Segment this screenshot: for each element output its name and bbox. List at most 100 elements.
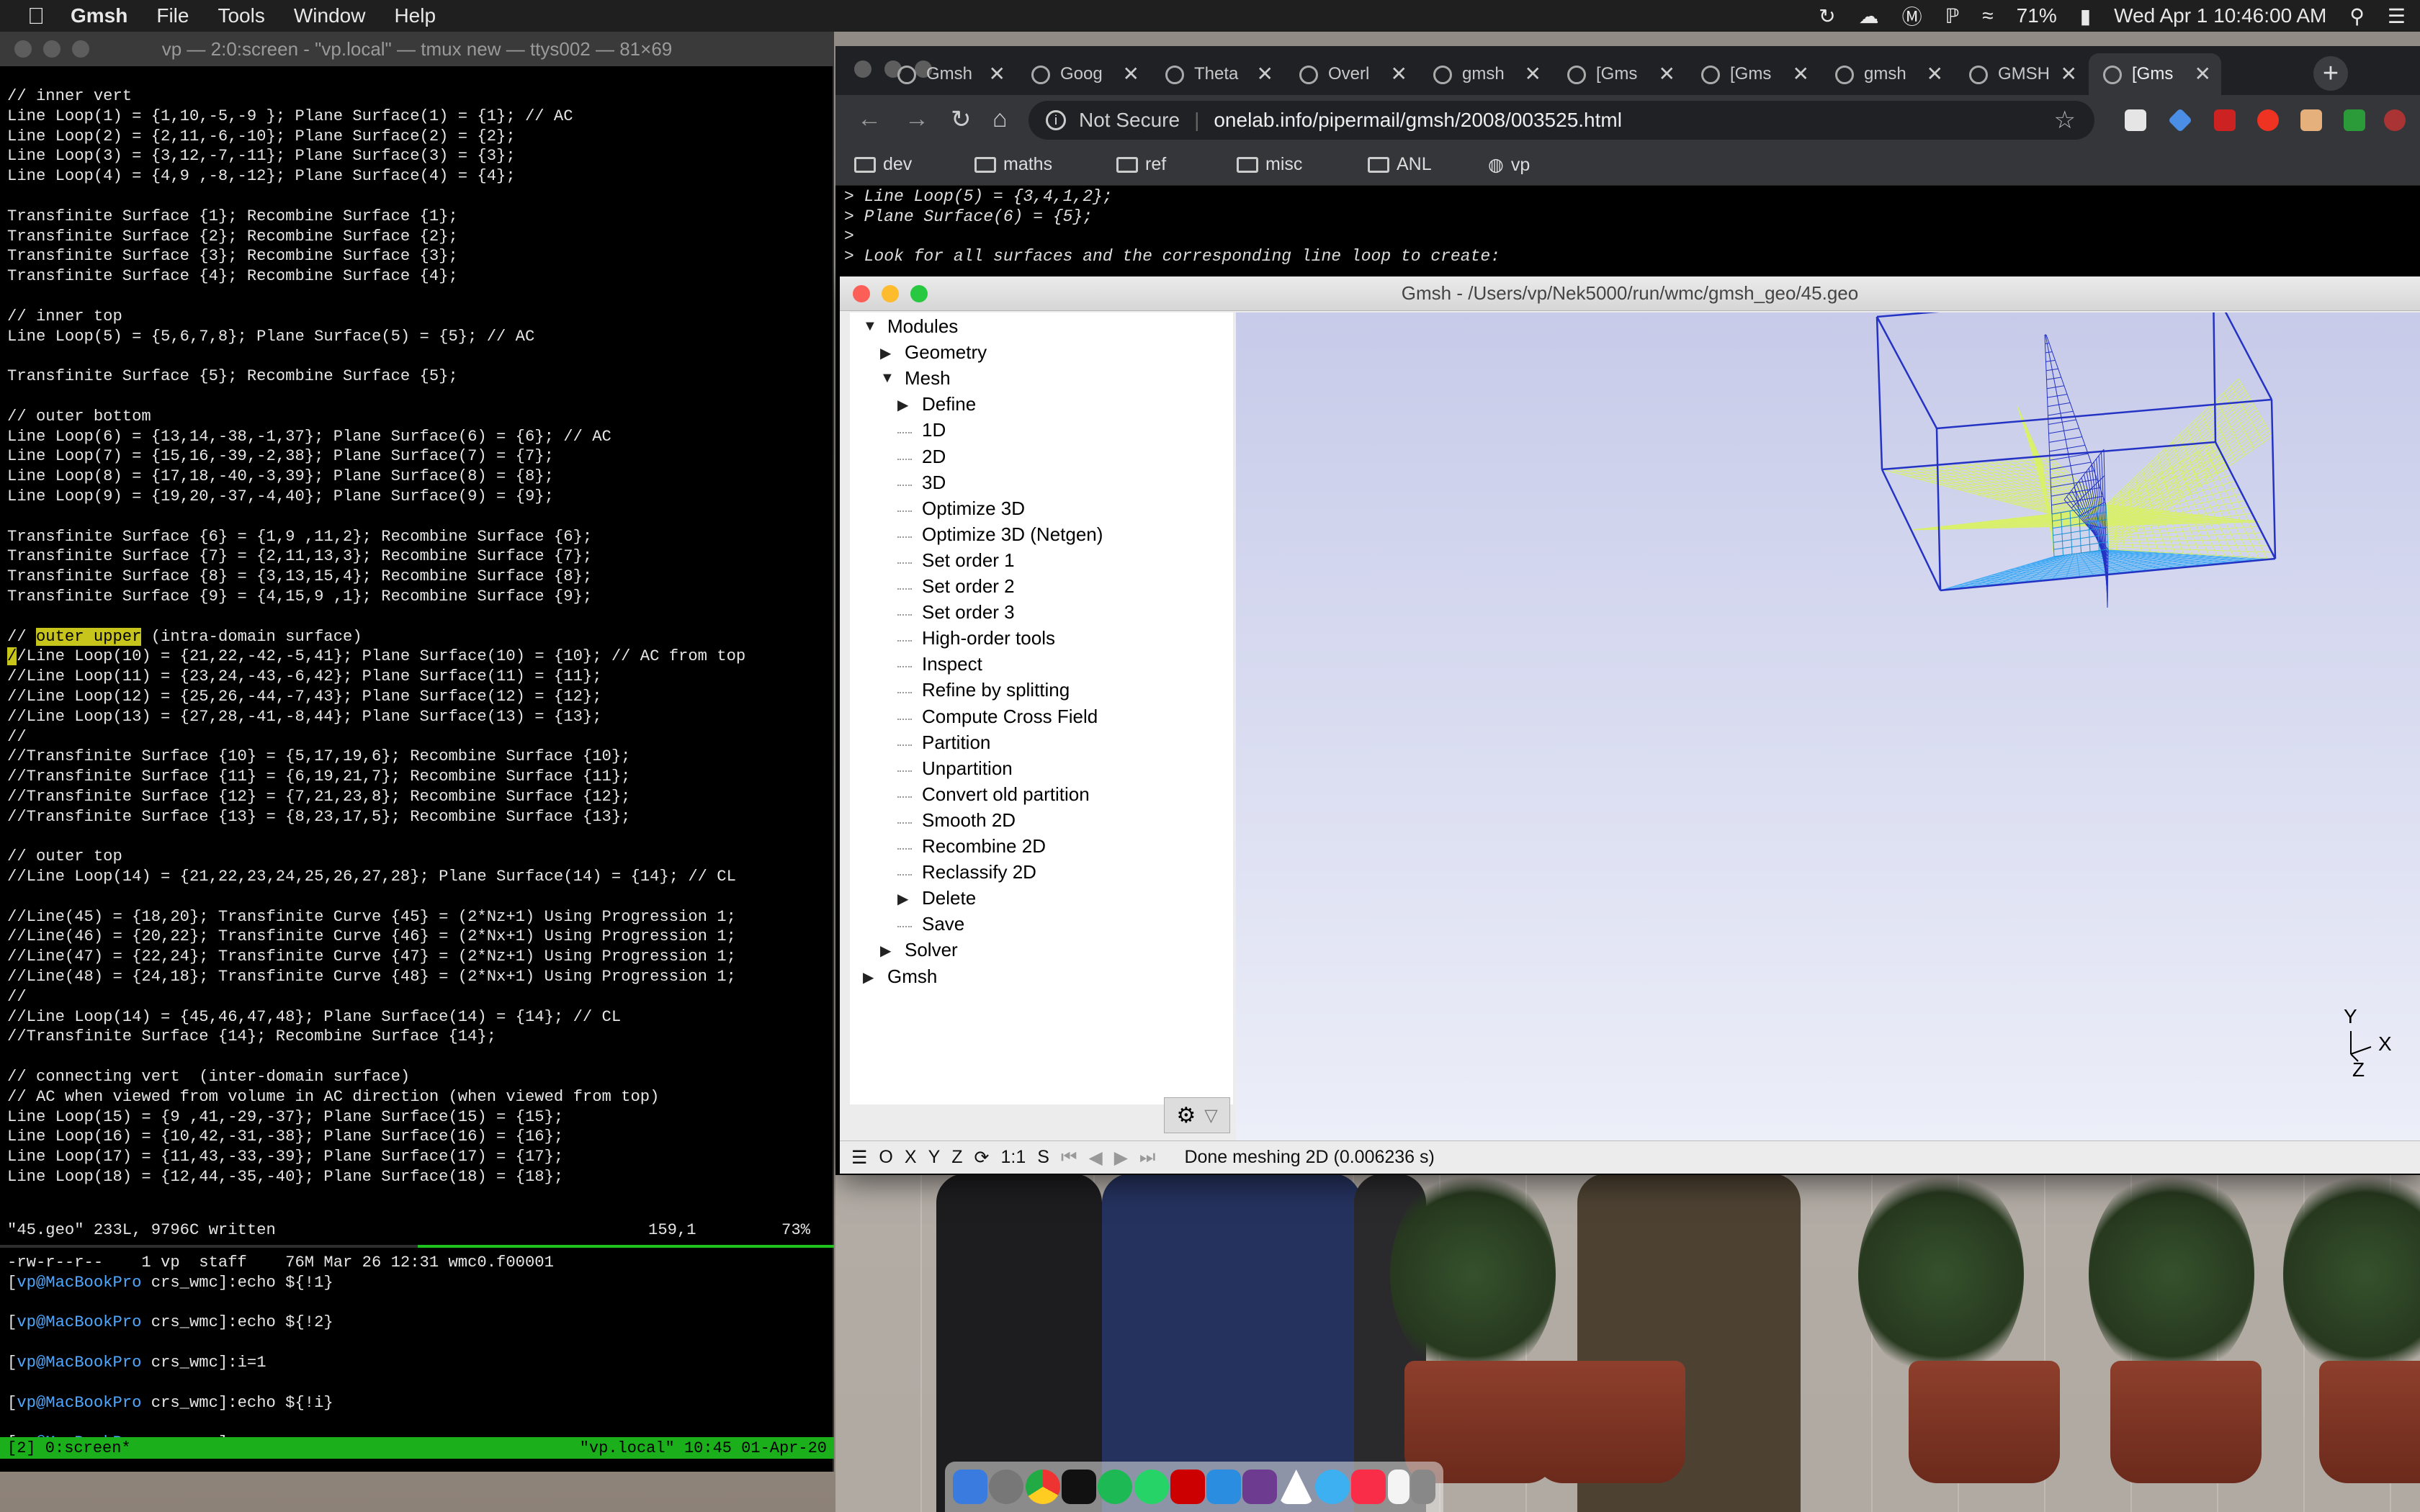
extension-icon[interactable] bbox=[2168, 108, 2192, 132]
play-icon[interactable]: ▶ bbox=[1114, 1147, 1128, 1169]
menu-help[interactable]: Help bbox=[394, 4, 436, 27]
bookmark-ref[interactable]: ref bbox=[1116, 154, 1166, 175]
expand-closed-icon[interactable]: ▶ bbox=[880, 942, 891, 960]
info-icon[interactable]: i bbox=[1046, 110, 1066, 130]
expand-closed-icon[interactable]: ▶ bbox=[863, 968, 874, 986]
menu-window[interactable]: Window bbox=[294, 4, 366, 27]
notification-center-icon[interactable]: ☰ bbox=[2388, 4, 2406, 28]
view-y-button[interactable]: Y bbox=[928, 1147, 941, 1168]
expand-open-icon[interactable]: ▼ bbox=[880, 370, 895, 387]
acrobat-icon[interactable] bbox=[1170, 1470, 1205, 1504]
browser-tab[interactable]: [Gms ✕ bbox=[1553, 53, 1685, 95]
trash-icon[interactable] bbox=[1410, 1470, 1435, 1504]
security-label[interactable]: Not Secure bbox=[1079, 109, 1180, 132]
extension-icon[interactable] bbox=[2344, 109, 2365, 131]
options-button[interactable]: ⚙ ▽ bbox=[1164, 1097, 1230, 1133]
browser-tab[interactable]: gmsh ✕ bbox=[1419, 53, 1551, 95]
bookmark-maths[interactable]: maths bbox=[974, 154, 1052, 175]
tab-close-icon[interactable]: ✕ bbox=[1391, 62, 1407, 86]
m-icon[interactable]: Ⓜ bbox=[1902, 1, 1922, 30]
tree-mesh-item[interactable]: Set order 3 bbox=[922, 601, 1015, 624]
terminal-icon[interactable] bbox=[1061, 1470, 1096, 1504]
view-z-button[interactable]: Z bbox=[951, 1147, 962, 1168]
spotlight-search-icon[interactable]: ⚲ bbox=[2349, 4, 2365, 28]
select-button[interactable]: S bbox=[1037, 1147, 1049, 1168]
tab-close-icon[interactable]: ✕ bbox=[1927, 62, 1943, 86]
rotate-icon[interactable]: ⟳ bbox=[974, 1147, 990, 1169]
tree-mesh-item[interactable]: Optimize 3D (Netgen) bbox=[922, 523, 1103, 546]
tree-mesh-item[interactable]: Compute Cross Field bbox=[922, 706, 1098, 728]
apple-menu-icon[interactable]:  bbox=[27, 3, 45, 30]
first-step-icon[interactable]: ⏮ bbox=[1061, 1147, 1077, 1168]
extension-icon[interactable] bbox=[2300, 109, 2322, 131]
extension-icon[interactable] bbox=[2214, 109, 2236, 131]
music-icon[interactable] bbox=[1351, 1470, 1386, 1504]
minimize-button[interactable] bbox=[43, 40, 60, 58]
reload-icon[interactable]: ↻ bbox=[951, 105, 972, 134]
menu-tools[interactable]: Tools bbox=[218, 4, 264, 27]
tab-close-icon[interactable]: ✕ bbox=[2195, 62, 2211, 86]
extension-icon[interactable] bbox=[2125, 109, 2146, 131]
slack-icon[interactable] bbox=[1242, 1470, 1278, 1504]
bookmark-vp[interactable]: ◍ vp bbox=[1488, 154, 1530, 176]
expand-open-icon[interactable]: ▼ bbox=[863, 318, 877, 335]
tree-modules[interactable]: Modules bbox=[887, 315, 958, 338]
spotify-icon[interactable] bbox=[1098, 1470, 1133, 1504]
vim-buffer[interactable]: // inner vert Line Loop(1) = {1,10,-5,-9 … bbox=[7, 86, 828, 1187]
browser-tab[interactable]: [Gms ✕ bbox=[2089, 53, 2221, 95]
extension-icon[interactable] bbox=[2384, 109, 2406, 131]
tree-mesh-item[interactable]: Save bbox=[922, 913, 964, 935]
tree-mesh-item[interactable]: Partition bbox=[922, 732, 990, 754]
zoom-button[interactable] bbox=[72, 40, 89, 58]
tree-mesh-item[interactable]: High-order tools bbox=[922, 627, 1055, 649]
extension-icon[interactable] bbox=[2257, 109, 2279, 131]
tree-mesh-item[interactable]: Reclassify 2D bbox=[922, 861, 1036, 883]
tree-mesh-item[interactable]: 1D bbox=[922, 419, 946, 441]
app-menu[interactable]: Gmsh bbox=[71, 4, 127, 27]
tree-mesh-item[interactable]: Optimize 3D bbox=[922, 498, 1025, 520]
browser-tab[interactable]: Gmsh ✕ bbox=[883, 53, 1016, 95]
bookmark-star-icon[interactable]: ☆ bbox=[2054, 106, 2076, 135]
tree-mesh-item[interactable]: 3D bbox=[922, 472, 946, 494]
tab-close-icon[interactable]: ✕ bbox=[1793, 62, 1809, 86]
bookmark-anl[interactable]: ANL bbox=[1368, 154, 1432, 175]
bookmark-misc[interactable]: misc bbox=[1237, 154, 1302, 175]
browser-tab[interactable]: gmsh ✕ bbox=[1821, 53, 1953, 95]
tree-mesh-item[interactable]: Recombine 2D bbox=[922, 835, 1046, 858]
tree-mesh-item[interactable]: Convert old partition bbox=[922, 783, 1090, 806]
tab-close-icon[interactable]: ✕ bbox=[1659, 62, 1675, 86]
scale-1-1-button[interactable]: 1:1 bbox=[1000, 1147, 1026, 1168]
url-text[interactable]: onelab.info/pipermail/gmsh/2008/003525.h… bbox=[1214, 109, 1622, 132]
home-icon[interactable]: ⌂ bbox=[992, 105, 1008, 133]
browser-tab[interactable]: Goog ✕ bbox=[1017, 53, 1150, 95]
wifi-icon[interactable]: ≈ bbox=[1982, 4, 1993, 27]
new-tab-button[interactable]: + bbox=[2313, 56, 2348, 91]
tmux-window-list[interactable]: [2] 0:screen* bbox=[7, 1439, 131, 1457]
settings-icon[interactable] bbox=[989, 1470, 1024, 1504]
gmsh-icon[interactable] bbox=[1278, 1470, 1314, 1504]
shell-pane[interactable]: -rw-r--r-- 1 vp staff 76M Mar 26 12:31 w… bbox=[7, 1253, 828, 1453]
battery-icon[interactable]: ▮ bbox=[2080, 4, 2091, 28]
browser-tab[interactable]: [Gms ✕ bbox=[1687, 53, 1819, 95]
browser-tab[interactable]: Theta ✕ bbox=[1151, 53, 1283, 95]
tab-close-icon[interactable]: ✕ bbox=[2061, 62, 2077, 86]
sync-icon[interactable] bbox=[1314, 1470, 1350, 1504]
sync-icon[interactable]: ↻ bbox=[1819, 4, 1835, 28]
close-button[interactable] bbox=[14, 40, 32, 58]
tree-mesh-item[interactable]: Set order 2 bbox=[922, 575, 1015, 598]
clock[interactable]: Wed Apr 1 10:46:00 AM bbox=[2114, 4, 2326, 27]
address-bar[interactable]: i Not Secure | onelab.info/pipermail/gms… bbox=[1028, 101, 2094, 140]
close-button[interactable] bbox=[853, 285, 870, 302]
tree-mesh[interactable]: Mesh bbox=[905, 367, 951, 390]
close-button[interactable] bbox=[854, 60, 871, 78]
tree-mesh-item[interactable]: Delete bbox=[922, 887, 976, 909]
menu-file[interactable]: File bbox=[156, 4, 189, 27]
whatsapp-icon[interactable] bbox=[1134, 1470, 1169, 1504]
tree-gmsh[interactable]: Gmsh bbox=[887, 966, 937, 988]
tree-mesh-item[interactable]: Inspect bbox=[922, 653, 982, 675]
browser-tab[interactable]: Overl ✕ bbox=[1285, 53, 1417, 95]
tab-close-icon[interactable]: ✕ bbox=[989, 62, 1005, 86]
zoom-button[interactable] bbox=[910, 285, 928, 302]
tab-close-icon[interactable]: ✕ bbox=[1123, 62, 1139, 86]
browser-tab[interactable]: GMSH ✕ bbox=[1955, 53, 2087, 95]
